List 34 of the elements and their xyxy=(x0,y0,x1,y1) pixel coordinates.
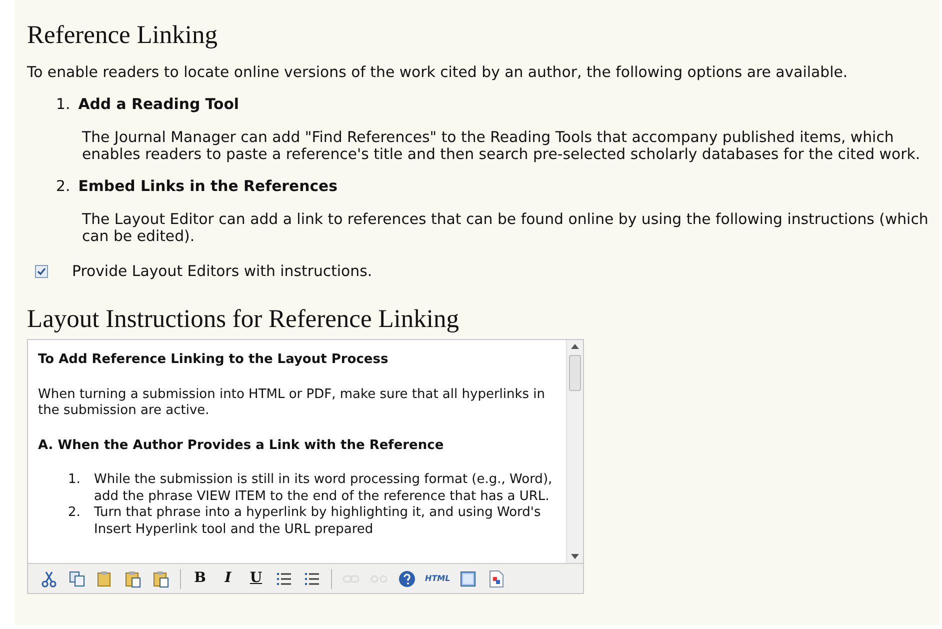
check-icon xyxy=(37,266,46,276)
clipboard-text-icon xyxy=(124,570,142,588)
editor-heading: A. When the Author Provides a Link with the Reference xyxy=(38,438,445,454)
scissors-icon xyxy=(40,570,58,588)
list-number: 1. xyxy=(56,96,70,112)
list-number: 2. xyxy=(68,505,82,522)
copy-icon xyxy=(68,570,86,588)
scroll-thumb[interactable] xyxy=(569,355,581,391)
help-icon xyxy=(398,570,416,588)
list-number: 1. xyxy=(68,472,82,489)
list-number: 2. xyxy=(56,178,70,194)
bold-button[interactable]: B xyxy=(189,568,211,590)
scrollbar[interactable] xyxy=(566,340,583,563)
option-heading: Embed Links in the References xyxy=(78,178,338,194)
colored-page-icon xyxy=(487,570,506,588)
intro-text: To enable readers to locate online versions of the work cited by an author, the following options are available. xyxy=(27,64,849,80)
option-description: The Layout Editor can add a link to references that can be found online by using the following instructions (which can be edited). xyxy=(82,210,930,244)
list-item-text: Turn that phrase into a hyperlink by highlighting it, and using Word's Insert Hyperlink tool and the URL prepared xyxy=(94,505,542,538)
scroll-down-icon[interactable] xyxy=(571,554,579,559)
checkbox[interactable] xyxy=(35,264,48,278)
editor-heading: To Add Reference Linking to the Layout Process xyxy=(38,352,390,368)
option-heading: Add a Reading Tool xyxy=(78,96,240,112)
window-icon xyxy=(459,570,478,588)
checkbox-label: Provide Layout Editors with instructions. xyxy=(72,262,372,280)
italic-button[interactable]: I xyxy=(217,568,239,590)
clipboard-document-icon xyxy=(152,570,170,588)
underline-button[interactable]: U xyxy=(245,568,267,590)
scroll-up-icon[interactable] xyxy=(571,344,579,349)
section-title: Reference Linking xyxy=(27,22,218,48)
editor-paragraph: When turning a submission into HTML or PDF, make sure that all hyperlinks in the submission are active. xyxy=(38,386,546,420)
html-button[interactable]: HTML xyxy=(424,568,452,590)
section-title: Layout Instructions for Reference Linking xyxy=(27,306,460,331)
option-description: The Journal Manager can add "Find References" to the Reading Tools that accompany published items, which enables readers to paste a reference's title and then search pre-selected scholarly databases for the cited work. xyxy=(82,128,922,162)
list-item-text: While the submission is still in its word processing format (e.g., Word), add the phrase VIEW ITEM to the end of the reference that has a URL. xyxy=(94,472,554,505)
